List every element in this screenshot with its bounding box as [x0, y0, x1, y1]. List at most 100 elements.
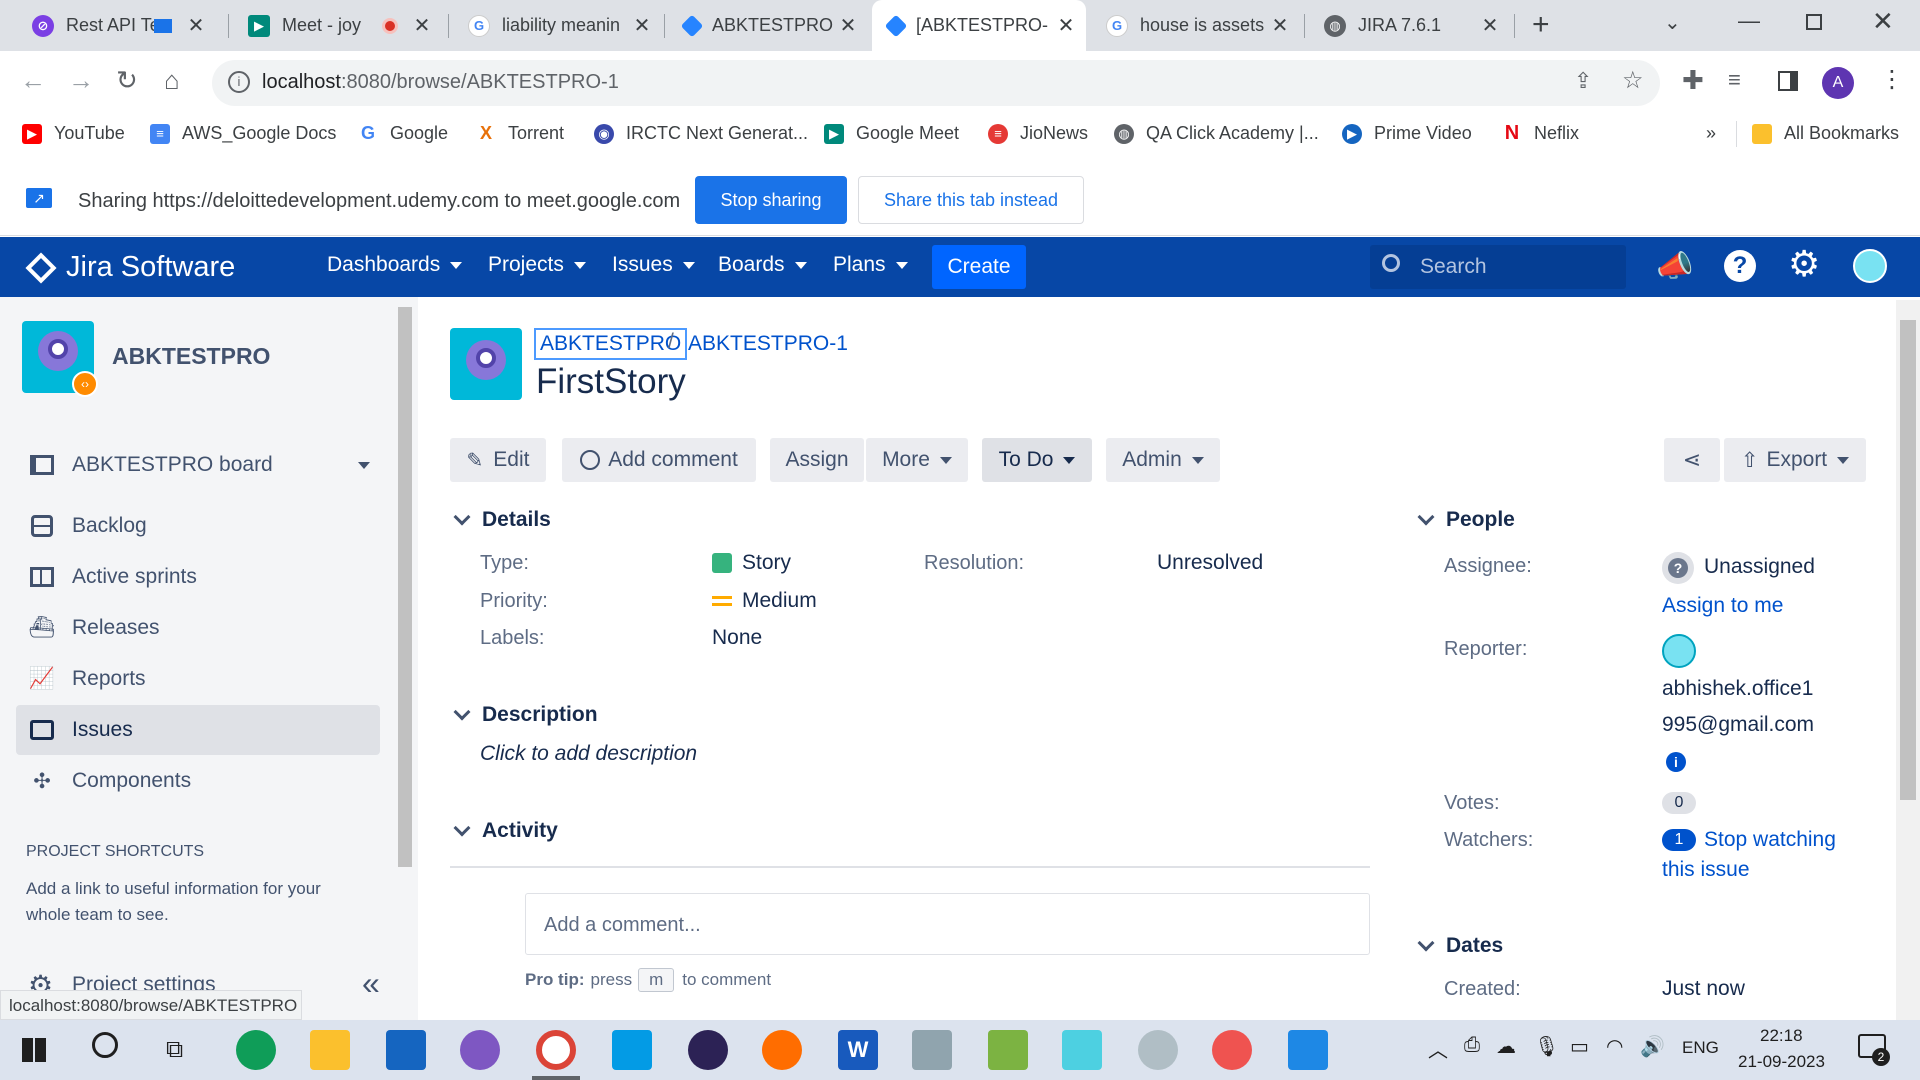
bookmark-neflix[interactable]: N Neflix	[1502, 122, 1579, 144]
status-to-do-button[interactable]: To Do	[982, 438, 1092, 482]
user-avatar[interactable]	[1853, 249, 1887, 283]
tab-abktestpro-1[interactable]: [ABKTESTPRO- ✕	[872, 0, 1086, 51]
labels-value[interactable]: None	[712, 626, 762, 650]
minimize-icon[interactable]: —	[1738, 8, 1760, 34]
reporter-name-line-1[interactable]: abhishek.office1	[1662, 677, 1813, 701]
profile-avatar[interactable]: A	[1822, 67, 1854, 99]
tab-rest-api[interactable]: ⊘ Rest API Te ✕	[16, 0, 216, 51]
breadcrumb-project-link[interactable]: ABKTESTPRO	[534, 328, 688, 360]
clock-date[interactable]: 21-09-2023	[1738, 1052, 1825, 1072]
sidebar-item-components[interactable]: ✣ Components	[16, 756, 380, 806]
close-tab-icon[interactable]: ✕	[632, 13, 652, 38]
wifi-icon[interactable]: ◠	[1606, 1034, 1623, 1059]
tab-house-assets[interactable]: G house is assets ✕	[1090, 0, 1300, 51]
microsoft-store-icon[interactable]	[386, 1030, 426, 1070]
description-section-toggle[interactable]: Description	[452, 703, 598, 727]
export-button[interactable]: ⇧ Export	[1724, 438, 1866, 482]
eclipse-icon[interactable]	[688, 1030, 728, 1070]
restore-icon[interactable]	[1806, 14, 1822, 30]
close-tab-icon[interactable]: ✕	[1480, 13, 1500, 38]
browser-menu-kebab-icon[interactable]: ⋮	[1880, 65, 1904, 94]
more-button[interactable]: More	[866, 438, 968, 482]
project-avatar[interactable]: ‹›	[22, 321, 98, 397]
side-panel-icon[interactable]	[1778, 71, 1798, 91]
admin-button[interactable]: Admin	[1106, 438, 1220, 482]
device-icon[interactable]: ⎙	[1464, 1034, 1480, 1057]
dates-section-toggle[interactable]: Dates	[1416, 934, 1503, 958]
edit-button[interactable]: ✎ Edit	[450, 438, 546, 482]
close-tab-icon[interactable]: ✕	[412, 13, 432, 38]
bookmark-irctc[interactable]: ◉ IRCTC Next Generat...	[594, 123, 808, 144]
bookmark-youtube[interactable]: ▶ YouTube	[22, 123, 125, 144]
task-view-icon[interactable]: ⧉	[166, 1036, 183, 1064]
close-window-icon[interactable]: ✕	[1872, 6, 1894, 37]
sidebar-board-selector[interactable]: ABKTESTPRO board	[16, 440, 380, 490]
copilot-icon[interactable]	[460, 1030, 500, 1070]
close-tab-icon[interactable]: ✕	[838, 13, 858, 38]
search-input[interactable]: Search	[1370, 245, 1626, 289]
activity-section-toggle[interactable]: Activity	[452, 819, 558, 843]
sidebar-item-issues[interactable]: Issues	[16, 705, 380, 755]
share-page-icon[interactable]: ⇪	[1574, 68, 1592, 94]
watchers-count-badge[interactable]: 1	[1662, 829, 1696, 851]
sidebar-item-releases[interactable]: ⛴ Releases	[16, 603, 380, 653]
settings-gear-icon[interactable]: ⚙	[1788, 243, 1820, 285]
stop-watching-link-line-1[interactable]: Stop watching	[1704, 828, 1836, 852]
close-tab-icon[interactable]: ✕	[186, 13, 206, 38]
page-scrollbar[interactable]	[1896, 300, 1920, 1020]
bookmarks-overflow[interactable]: »	[1706, 123, 1716, 144]
sidebar-scrollbar[interactable]	[398, 307, 412, 867]
file-explorer-icon[interactable]	[310, 1030, 350, 1070]
sidebar-item-backlog[interactable]: Backlog	[16, 501, 380, 551]
sidebar-item-active-sprints[interactable]: Active sprints	[16, 552, 380, 602]
collapse-sidebar-icon[interactable]: «	[362, 965, 380, 1002]
tab-liability[interactable]: G liability meanin ✕	[452, 0, 662, 51]
edge-browser-icon[interactable]	[236, 1030, 276, 1070]
project-shortcuts-text-2[interactable]: whole team to see.	[26, 905, 169, 925]
word-icon[interactable]: W	[838, 1030, 878, 1070]
forward-arrow-icon[interactable]: →	[68, 65, 94, 96]
nav-plans[interactable]: Plans	[833, 253, 908, 277]
bookmark-google[interactable]: G Google	[358, 123, 448, 144]
volume-speaker-icon[interactable]: 🔊	[1640, 1034, 1665, 1059]
reporter-name-line-2[interactable]: 995@gmail.com	[1662, 713, 1814, 737]
issue-title[interactable]: FirstStory	[536, 362, 686, 402]
paint-icon[interactable]	[988, 1030, 1028, 1070]
chrome-icon[interactable]	[536, 1030, 576, 1070]
nav-projects[interactable]: Projects	[488, 253, 586, 277]
sidebar-item-reports[interactable]: 📈 Reports	[16, 654, 380, 704]
details-section-toggle[interactable]: Details	[452, 508, 551, 532]
nav-dashboards[interactable]: Dashboards	[327, 253, 463, 277]
bookmark-aws-google-docs[interactable]: ≡ AWS_Google Docs	[150, 123, 336, 144]
media-controls-icon[interactable]: ≡	[1728, 67, 1741, 93]
assign-button[interactable]: Assign	[770, 438, 864, 482]
announcement-megaphone-icon[interactable]: 📣	[1656, 249, 1693, 284]
add-comment-button[interactable]: Add comment	[562, 438, 756, 482]
all-bookmarks[interactable]: All Bookmarks	[1752, 123, 1899, 144]
nav-boards[interactable]: Boards	[718, 253, 807, 277]
language-indicator[interactable]: ENG	[1682, 1038, 1719, 1058]
tab-search-chevron-down-icon[interactable]: ⌄	[1664, 10, 1681, 35]
new-tab-plus-icon[interactable]: +	[1532, 8, 1550, 42]
page-scrollbar-thumb[interactable]	[1900, 320, 1916, 800]
comment-input[interactable]: Add a comment...	[525, 893, 1370, 955]
battery-icon[interactable]: ▭	[1570, 1034, 1589, 1059]
reload-icon[interactable]: ↻	[116, 65, 138, 96]
monitor-app-icon[interactable]	[612, 1030, 652, 1070]
back-arrow-icon[interactable]: ←	[20, 65, 46, 96]
notepad-icon[interactable]	[1062, 1030, 1102, 1070]
notifications-icon[interactable]: 2	[1858, 1034, 1890, 1066]
microphone-icon[interactable]: 🎙	[1534, 1034, 1559, 1059]
jira-logo[interactable]: Jira Software	[25, 251, 235, 284]
address-bar[interactable]: i localhost:8080/browse/ABKTESTPRO-1 ⇪ ☆	[212, 60, 1660, 106]
breadcrumb-issue-link[interactable]: ABKTESTPRO-1	[688, 332, 848, 356]
stop-watching-link-line-2[interactable]: this issue	[1662, 858, 1750, 882]
paint-palette-icon[interactable]	[1138, 1030, 1178, 1070]
help-icon[interactable]: ?	[1724, 250, 1756, 282]
tab-meet[interactable]: ▶ Meet - joy ✕	[232, 0, 442, 51]
votes-count-badge[interactable]: 0	[1662, 792, 1696, 814]
nav-issues[interactable]: Issues	[612, 253, 695, 277]
assign-to-me-link[interactable]: Assign to me	[1662, 594, 1783, 618]
share-this-tab-button[interactable]: Share this tab instead	[858, 176, 1084, 224]
snipping-tool-icon[interactable]	[1212, 1030, 1252, 1070]
